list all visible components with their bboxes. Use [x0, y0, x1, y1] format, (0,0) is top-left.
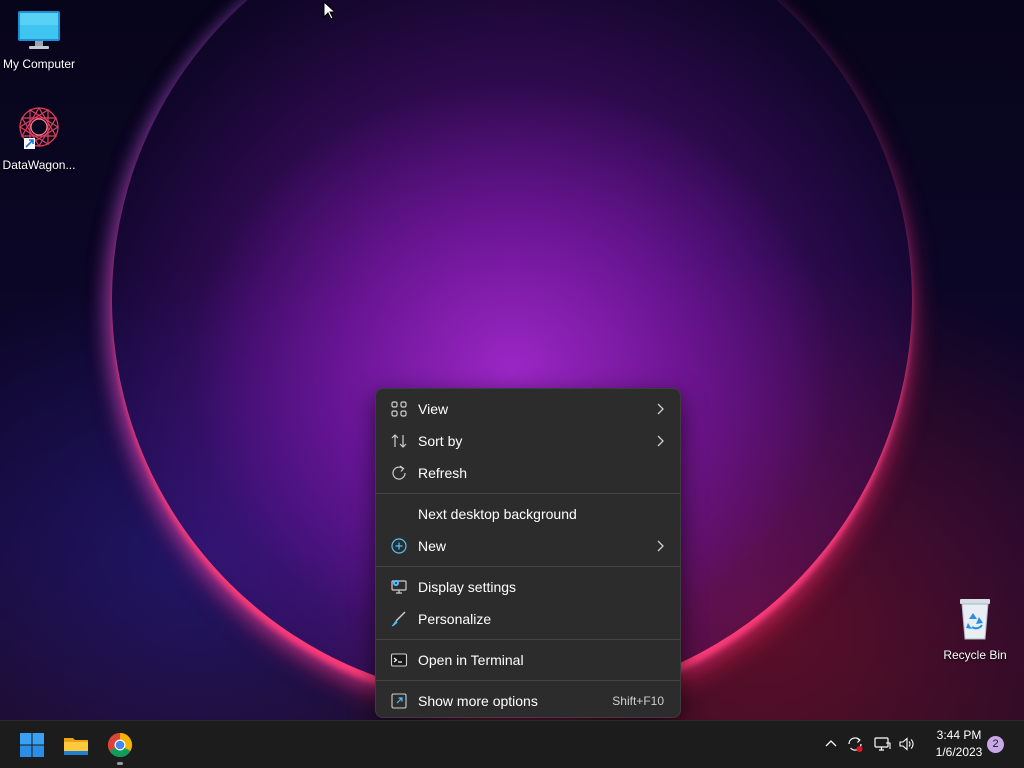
desktop-icon-datawagon[interactable]: DataWagon...	[0, 105, 78, 172]
menu-item-label: View	[418, 401, 449, 417]
taskbar: 3:44 PM 1/6/2023 2	[0, 720, 1024, 768]
file-explorer-icon	[64, 738, 88, 755]
chevron-right-icon	[657, 435, 664, 447]
menu-separator	[376, 493, 680, 494]
desktop-icon-recycle-bin[interactable]: Recycle Bin	[936, 597, 1014, 662]
brush-icon	[391, 611, 406, 627]
desktop-icon-label: My Computer	[2, 57, 76, 71]
menu-item-next-desktop-background[interactable]: Next desktop background	[380, 498, 676, 530]
menu-item-label: Refresh	[418, 465, 468, 481]
desktop[interactable]: My Computer DataWagon... Recycle Bin Vie…	[0, 0, 1024, 720]
chevron-right-icon	[657, 540, 664, 552]
menu-item-label: Show more options	[418, 693, 538, 709]
sync-icon[interactable]	[846, 735, 864, 753]
expand-icon	[391, 693, 407, 709]
monitor-icon	[18, 11, 60, 49]
recycle-bin-icon	[960, 599, 990, 640]
menu-item-label: Next desktop background	[418, 506, 577, 522]
notification-badge[interactable]: 2	[987, 736, 1004, 753]
menu-item-shortcut: Shift+F10	[612, 694, 664, 708]
menu-item-label: Display settings	[418, 579, 517, 595]
desktop-icon-my-computer[interactable]: My Computer	[0, 10, 78, 71]
menu-item-sort-by[interactable]: Sort by	[380, 425, 676, 457]
plus-circle-icon	[391, 538, 407, 554]
menu-item-display-settings[interactable]: Display settings	[380, 571, 676, 603]
desktop-icon-label: Recycle Bin	[943, 648, 1007, 662]
menu-item-new[interactable]: New	[380, 530, 676, 562]
chrome-button[interactable]	[104, 729, 136, 761]
start-icon	[20, 733, 44, 757]
menu-item-view[interactable]: View	[380, 393, 676, 425]
chevron-right-icon	[657, 403, 664, 415]
running-indicator	[117, 762, 123, 765]
network-icon[interactable]	[873, 735, 891, 753]
menu-separator	[376, 566, 680, 567]
menu-separator	[376, 639, 680, 640]
menu-item-refresh[interactable]: Refresh	[380, 457, 676, 489]
datawagon-icon	[18, 106, 60, 149]
menu-item-personalize[interactable]: Personalize	[380, 603, 676, 635]
menu-item-label: Open in Terminal	[418, 652, 524, 668]
sort-icon	[391, 434, 407, 448]
refresh-icon	[392, 465, 406, 480]
menu-item-label: New	[418, 538, 447, 554]
desktop-context-menu: View Sort by Refresh Next desktop backgr…	[375, 388, 681, 718]
chevron-up-icon[interactable]	[822, 735, 840, 753]
start-button[interactable]	[16, 729, 48, 761]
volume-icon[interactable]	[898, 735, 916, 753]
menu-item-open-in-terminal[interactable]: Open in Terminal	[380, 644, 676, 676]
mouse-cursor-icon	[323, 1, 335, 20]
chrome-icon	[107, 733, 133, 758]
file-explorer-button[interactable]	[60, 729, 92, 761]
menu-item-show-more-options[interactable]: Show more options Shift+F10	[380, 685, 676, 717]
display-settings-icon	[391, 580, 407, 594]
desktop-icon-label: DataWagon...	[2, 158, 76, 172]
grid-icon	[391, 401, 407, 417]
menu-item-label: Sort by	[418, 433, 463, 449]
terminal-icon	[390, 653, 408, 667]
menu-item-label: Personalize	[418, 611, 492, 627]
menu-separator	[376, 680, 680, 681]
